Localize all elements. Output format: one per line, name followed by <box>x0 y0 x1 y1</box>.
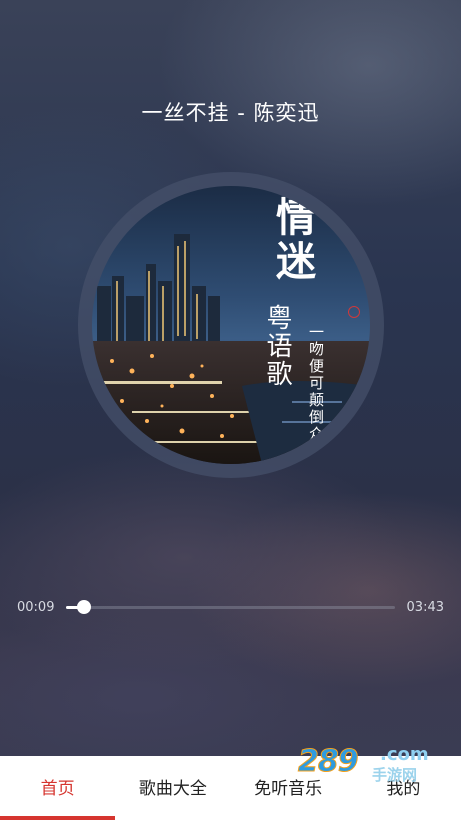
progress-thumb[interactable] <box>77 600 92 614</box>
progress-bar[interactable] <box>66 600 395 614</box>
cover-line-text: 一吻便可颠倒众生 <box>307 324 325 460</box>
cover-sub-text: 粤语歌 <box>262 304 292 388</box>
watermark-suffix: .com <box>380 744 429 765</box>
album-cover[interactable]: 情迷 粤语歌 一吻便可颠倒众生 <box>92 186 370 464</box>
song-title: 一丝不挂 - 陈奕迅 <box>141 101 320 125</box>
total-time: 03:43 <box>406 600 444 615</box>
watermark-number: 289 <box>298 744 360 780</box>
cover-red-circle <box>348 306 360 318</box>
tab-home[interactable]: 首页 <box>0 756 116 820</box>
cover-main-text: 情迷 <box>269 196 316 284</box>
current-time: 00:09 <box>17 600 55 615</box>
site-watermark-logo: 289 .com 手游网 <box>298 744 448 788</box>
tab-song-library[interactable]: 歌曲大全 <box>115 756 230 820</box>
album-cover-art <box>92 186 370 464</box>
watermark-text: 手游网 <box>372 766 418 784</box>
